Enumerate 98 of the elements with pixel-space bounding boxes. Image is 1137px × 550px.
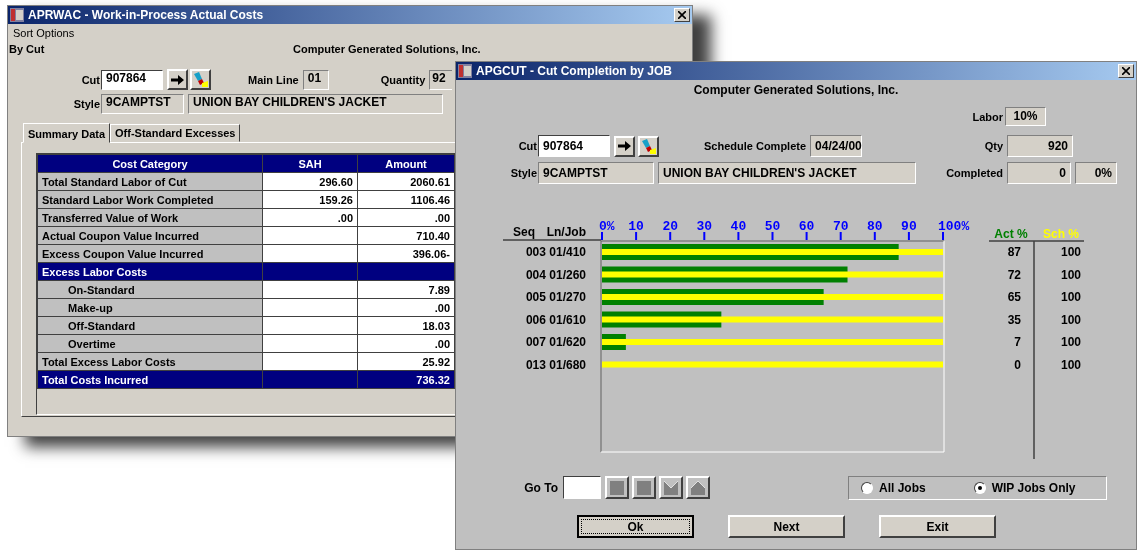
close-button[interactable] (1118, 64, 1134, 78)
field-label: Labor (972, 110, 1003, 123)
dialog-button[interactable]: Next (728, 515, 845, 538)
labor-field: 10% (1005, 107, 1046, 126)
field-label: Schedule Complete (704, 140, 807, 152)
cut-field[interactable]: 907864 (101, 69, 163, 90)
table-cell: 65 (1007, 290, 1021, 304)
close-icon (678, 11, 686, 19)
flashlight-icon (193, 72, 208, 87)
column-header: Cost Category (37, 154, 263, 173)
tick-label: 40 (730, 219, 747, 234)
window-title: APRWAC - Work-in-Process Actual Costs (28, 8, 265, 22)
dialog-button[interactable]: Exit (879, 515, 996, 538)
style-code-field: 9CAMPTST (101, 94, 184, 114)
dialog-button[interactable]: Ok (577, 515, 694, 538)
column-header: Act % (994, 227, 1028, 241)
column-header: SAH (262, 154, 358, 173)
column-header: Sch % (1043, 227, 1079, 241)
close-icon (1122, 67, 1130, 75)
go-button[interactable] (614, 135, 635, 157)
table-cell: 72 (1007, 267, 1021, 282)
company-name: Computer Generated Solutions, Inc. (693, 83, 899, 97)
field-label: Completed (946, 167, 1003, 179)
qty-field: 920 (1007, 135, 1073, 157)
tick-label: 20 (662, 219, 678, 234)
table-cell: 100 (1060, 290, 1081, 304)
nav-button[interactable] (632, 476, 656, 499)
row-label: 003 01/410 (525, 245, 586, 259)
row-label: 004 01/260 (525, 267, 586, 282)
field-label: Qty (984, 140, 1003, 152)
field-label: Main Line (248, 73, 299, 86)
table-cell: 100 (1060, 357, 1081, 372)
tick-label: 70 (832, 219, 849, 234)
radio-option[interactable]: All Jobs (861, 480, 926, 495)
nav-button[interactable] (686, 476, 710, 499)
table-cell: 100 (1060, 312, 1081, 327)
arrow-right-icon (618, 141, 631, 151)
window-title: APGCUT - Cut Completion by JOB (476, 64, 673, 78)
chevron-up-icon (691, 480, 705, 495)
flashlight-icon (641, 138, 656, 154)
row-label: 006 01/610 (525, 312, 586, 327)
table-cell: 100 (1060, 245, 1081, 259)
table-cell: 35 (1007, 312, 1021, 327)
mode-label: By Cut (8, 42, 46, 55)
style-description-field: UNION BAY CHILDREN'S JACKET (658, 162, 916, 184)
tab[interactable]: Off-Standard Excesses (110, 124, 241, 142)
row-label: 007 01/620 (525, 335, 586, 349)
lookup-button[interactable] (638, 135, 659, 157)
square-icon (637, 480, 651, 495)
field-label: Cut (81, 73, 100, 86)
tick-label: 100% (938, 219, 970, 234)
lookup-button[interactable] (190, 69, 211, 90)
close-button[interactable] (674, 8, 690, 22)
field-label: Go To (524, 480, 558, 495)
app-icon[interactable] (10, 8, 24, 22)
company-name: Computer Generated Solutions, Inc. (293, 42, 481, 55)
completed-field: 0 (1007, 162, 1071, 184)
table-cell: 0 (1014, 357, 1021, 372)
radio-option[interactable]: WIP Jobs Only (973, 480, 1076, 495)
completed-percent-field: 0% (1075, 162, 1117, 184)
arrow-right-icon (171, 74, 184, 85)
column-header: Amount (357, 154, 455, 173)
tab[interactable]: Summary Data (23, 123, 111, 143)
tick-label: 0% (599, 219, 615, 234)
tick-label: 10 (628, 219, 644, 234)
nav-button[interactable] (659, 476, 683, 499)
schedule-complete-field: 04/24/00 (810, 135, 863, 157)
tick-label: 30 (696, 219, 713, 234)
square-icon (610, 480, 624, 495)
table-cell: 100 (1060, 267, 1081, 282)
tick-label: 80 (867, 219, 883, 234)
nav-button[interactable] (605, 476, 629, 499)
cut-field[interactable]: 907864 (538, 135, 610, 157)
table-cell: 100 (1060, 335, 1081, 349)
quantity-field: 92 (429, 69, 453, 90)
chevron-down-icon (664, 480, 678, 495)
tick-label: 50 (764, 219, 781, 234)
menu-item[interactable]: Sort Options (13, 26, 75, 39)
column-header: Seq (513, 225, 535, 239)
style-code-field: 9CAMPTST (538, 162, 654, 184)
column-header: Ln/Job (546, 225, 586, 239)
tick-label: 60 (798, 219, 815, 234)
field-label: Style (73, 98, 100, 110)
radio-button[interactable] (973, 481, 986, 494)
go-button[interactable] (167, 69, 188, 90)
table-cell: 87 (1007, 245, 1021, 259)
style-description-field: UNION BAY CHILDREN'S JACKET (188, 94, 443, 114)
field-label: Style (510, 167, 537, 179)
tick-label: 90 (901, 219, 917, 234)
table-cell: 7 (1014, 335, 1021, 349)
go-to-field[interactable] (563, 476, 601, 499)
radio-button[interactable] (861, 481, 873, 494)
app-icon[interactable] (458, 64, 472, 78)
field-label: Quantity (380, 73, 426, 86)
main-line-field: 01 (302, 69, 329, 90)
row-label: 005 01/270 (525, 290, 586, 304)
field-label: Cut (518, 140, 537, 152)
row-label: 013 01/680 (525, 357, 586, 372)
